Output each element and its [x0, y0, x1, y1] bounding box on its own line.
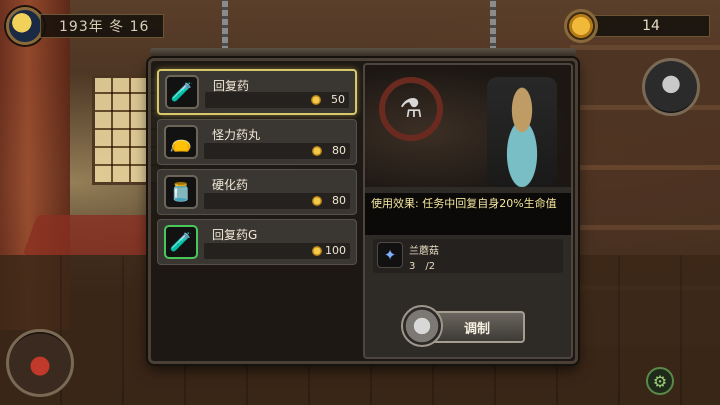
- coin-icon: [312, 196, 322, 206]
- recipe-price: 80: [332, 194, 346, 207]
- green-potion-icon: 🧪: [165, 75, 199, 109]
- recipe-item[interactable]: 🧪 回复药 50: [157, 69, 357, 115]
- recipe-item[interactable]: 🫙 硬化药 80: [157, 169, 357, 215]
- coin-icon: [564, 9, 598, 43]
- recipe-name: 硬化药: [212, 178, 249, 192]
- material-count: 3 /2: [409, 261, 436, 272]
- gold-display: 14: [564, 8, 710, 44]
- recipe-price: 50: [331, 93, 345, 106]
- recipe-price: 80: [332, 144, 346, 157]
- flask-icon: [401, 305, 443, 347]
- alchemy-panel: 🧪 回复药 50 👝 怪力药丸 80 🫙 硬化药 80 🧪 回复药G 100 ⚗…: [148, 58, 578, 364]
- price-bar: 50: [205, 92, 349, 108]
- material-row: ✦ 兰蘑菇 3 /2: [373, 239, 563, 273]
- craft-button[interactable]: 调制: [401, 305, 525, 347]
- rug: [22, 215, 168, 255]
- recipe-name: 怪力药丸: [212, 128, 261, 142]
- effect-text: 使用效果: 任务中回复自身20%生命值: [365, 193, 571, 235]
- pill-bag-icon: 👝: [164, 125, 198, 159]
- moon-icon: [6, 7, 44, 45]
- chain: [490, 0, 496, 52]
- item-preview: ⚗: [379, 77, 443, 141]
- jar-icon: 🫙: [164, 175, 198, 209]
- recipe-price: 100: [325, 244, 346, 257]
- green-potion-icon: 🧪: [164, 225, 198, 259]
- flask-icon: ⚗: [399, 94, 423, 124]
- settings-icon[interactable]: ⚙: [646, 367, 674, 395]
- price-bar: 80: [204, 143, 350, 159]
- recipe-name: 回复药G: [212, 228, 258, 242]
- coin-icon: [312, 146, 322, 156]
- blue-crystal-icon: ✦: [377, 242, 403, 268]
- price-bar: 80: [204, 193, 350, 209]
- recipe-list: 🧪 回复药 50 👝 怪力药丸 80 🫙 硬化药 80 🧪 回复药G 100: [157, 69, 357, 269]
- monster-icon[interactable]: [642, 58, 700, 116]
- date-text: 193年 冬 16: [40, 14, 165, 38]
- craft-label: 调制: [463, 321, 490, 337]
- coin-icon: [311, 95, 321, 105]
- date-display: 193年 冬 16: [6, 6, 165, 46]
- material-name: 兰蘑菇: [409, 246, 439, 257]
- recipe-item[interactable]: 🧪 回复药G 100: [157, 219, 357, 265]
- price-bar: 100: [204, 243, 350, 259]
- shopkeeper: [487, 77, 557, 187]
- chain: [222, 0, 228, 52]
- shopkeeper-portrait: ⚗: [365, 65, 571, 187]
- recipe-item[interactable]: 👝 怪力药丸 80: [157, 119, 357, 165]
- gold-amount: 14: [592, 15, 710, 37]
- map-icon[interactable]: [6, 329, 74, 397]
- panel-top-bar: [150, 48, 576, 56]
- coin-icon: [312, 246, 322, 256]
- recipe-detail: ⚗ 使用效果: 任务中回复自身20%生命值 ✦ 兰蘑菇 3 /2 调制: [363, 63, 573, 359]
